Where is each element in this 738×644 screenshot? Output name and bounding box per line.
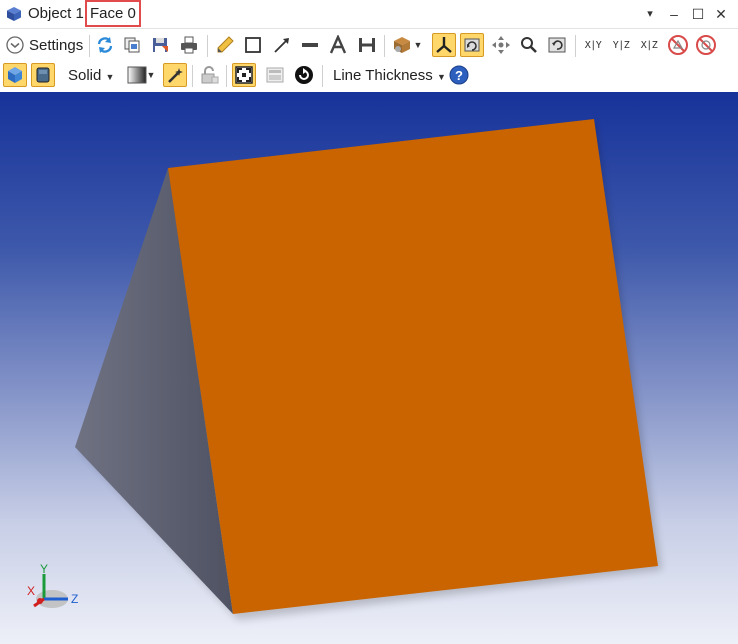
minimize-button[interactable]: – xyxy=(664,4,684,24)
close-button[interactable]: ✕ xyxy=(711,4,731,24)
view-xz-button[interactable]: X|Z xyxy=(636,33,662,57)
shaded-view-icon[interactable] xyxy=(3,63,27,87)
render-mode-dropdown[interactable]: Solid ▼ xyxy=(68,67,114,84)
arrow-line-icon[interactable] xyxy=(270,33,294,57)
title-bar: Object 1: Face 0 ▾ – ☐ ✕ xyxy=(0,0,738,29)
rotate-view-icon[interactable] xyxy=(460,33,484,57)
toolbar-separator xyxy=(207,35,208,57)
svg-text:?: ? xyxy=(455,68,463,83)
axes-view-icon[interactable] xyxy=(432,33,456,57)
save-icon[interactable] xyxy=(148,33,172,57)
scene-canvas: Y Z X xyxy=(27,119,662,620)
toolbar-separator xyxy=(192,65,193,87)
text-annotation-icon[interactable] xyxy=(326,33,350,57)
x-axis-label: X xyxy=(27,584,35,598)
settings-toggle-icon[interactable] xyxy=(3,33,27,57)
reset-view-icon[interactable] xyxy=(545,33,569,57)
copy-icon[interactable] xyxy=(120,33,144,57)
orbit-icon[interactable] xyxy=(292,63,316,87)
toolbar-separator xyxy=(322,65,323,87)
disable-clipping-icon[interactable] xyxy=(694,33,718,57)
chevron-down-icon: ▼ xyxy=(105,72,115,82)
toolbar-separator xyxy=(384,35,385,57)
window-menu-button[interactable]: ▾ xyxy=(640,4,660,24)
settings-label[interactable]: Settings xyxy=(29,37,83,54)
help-icon[interactable]: ? xyxy=(447,63,471,87)
chevron-down-icon: ▼ xyxy=(146,70,156,80)
toolbar-separator xyxy=(226,65,227,87)
main-toolbar: Settings ▼ X|Y Y|Z X|Z xyxy=(0,31,738,61)
zoom-icon[interactable] xyxy=(517,33,541,57)
chevron-down-icon: ▼ xyxy=(413,40,423,50)
y-axis-label: Y xyxy=(40,562,48,576)
toolbar-separator xyxy=(89,35,90,57)
maximize-button[interactable]: ☐ xyxy=(688,4,708,24)
cube-icon xyxy=(7,7,21,21)
3d-viewport[interactable]: Y Z X xyxy=(0,92,738,644)
pencil-icon[interactable] xyxy=(213,33,237,57)
line-thickness-label: Line Thickness xyxy=(333,67,433,84)
window-title-prefix: Object 1: xyxy=(28,5,89,22)
magic-wand-icon[interactable] xyxy=(163,63,187,87)
background-gradient-dropdown[interactable]: ▼ xyxy=(124,63,158,87)
disable-section-icon[interactable] xyxy=(666,33,690,57)
fit-view-icon[interactable] xyxy=(232,63,256,87)
prism-face-0[interactable] xyxy=(168,119,658,614)
dimension-icon[interactable] xyxy=(355,33,379,57)
print-icon[interactable] xyxy=(177,33,201,57)
refresh-icon[interactable] xyxy=(93,33,117,57)
toolbar-separator xyxy=(575,35,576,57)
pan-icon[interactable] xyxy=(489,33,513,57)
display-toolbar: Solid ▼ ▼ Line Thickness ▼ ? xyxy=(0,61,738,91)
hidden-line-view-icon[interactable] xyxy=(31,63,55,87)
view-yz-button[interactable]: Y|Z xyxy=(608,33,634,57)
x-axis-marker xyxy=(37,598,43,604)
view-orientation-dropdown[interactable]: ▼ xyxy=(390,33,424,57)
chevron-down-icon: ▼ xyxy=(436,72,446,82)
title-highlight-box xyxy=(85,0,141,27)
lock-icon[interactable] xyxy=(197,63,221,87)
axis-triad: Y Z X xyxy=(27,562,78,608)
view-xy-button[interactable]: X|Y xyxy=(580,33,606,57)
line-icon[interactable] xyxy=(298,33,322,57)
z-axis-label: Z xyxy=(71,592,78,606)
rectangle-icon[interactable] xyxy=(241,33,265,57)
render-mode-value: Solid xyxy=(68,67,102,84)
layout-icon[interactable] xyxy=(263,63,287,87)
line-thickness-dropdown[interactable]: Line Thickness ▼ xyxy=(333,67,446,84)
